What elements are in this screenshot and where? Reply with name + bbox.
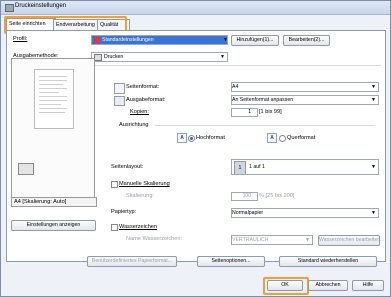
profile-select[interactable]: Standardeinstellungen ▼ <box>91 35 228 45</box>
copies-range: [1 bis 99] <box>259 109 282 115</box>
scaling-range: % [25 bis 200] <box>259 193 295 199</box>
copies-value: 1 <box>248 109 251 115</box>
scaling-stepper[interactable]: 100 <box>231 192 258 201</box>
output-method-select[interactable]: Drucken ▼ <box>91 52 228 62</box>
landscape-icon: A <box>267 133 277 143</box>
printer-icon <box>94 54 102 61</box>
output-method-value: Drucken <box>104 54 124 60</box>
scaling-value: 100 <box>242 193 251 199</box>
view-settings-button[interactable]: Einstellungen anzeigen <box>11 220 96 231</box>
paper-type-label: Papiertyp: <box>111 209 137 215</box>
edit-watermark-button[interactable]: Wasserzeichen bearbeiten... <box>318 235 385 246</box>
printer-icon <box>5 4 14 12</box>
portrait-icon: A <box>177 133 187 143</box>
profile-value: Standardeinstellungen <box>102 37 154 43</box>
watermark-name-label: Name Wasserzeichen: <box>126 236 183 242</box>
page-setup-panel: Profil: Standardeinstellungen ▼ Hinzufüg… <box>6 30 386 267</box>
chevron-down-icon: ▼ <box>223 37 228 43</box>
paper-type-value: Normalpapier <box>232 210 264 216</box>
copies-stepper[interactable]: 1 <box>231 108 258 117</box>
print-settings-window: Druckeinstellungen Seite einrichten Endv… <box>0 0 391 297</box>
output-format-label: Ausgabeformat: <box>126 97 166 103</box>
page-layout-label: Seitenlayout: <box>111 164 144 170</box>
help-button[interactable]: Hilfe <box>352 280 384 291</box>
chevron-down-icon: ▼ <box>220 54 225 60</box>
orientation-label: Ausrichtung <box>119 122 149 128</box>
watermark-select[interactable]: VERTRAULICH ▼ <box>231 235 313 245</box>
output-format-select[interactable]: An Seitenformat anpassen ▼ <box>231 95 379 105</box>
watermark-checkbox[interactable] <box>111 224 118 231</box>
chevron-down-icon: ▼ <box>371 84 376 90</box>
landscape-label: Querformat <box>287 135 316 141</box>
copies-label: Kopien: <box>130 109 149 115</box>
ok-button[interactable]: OK <box>267 280 303 291</box>
manual-scaling-label: Manuelle Skalierung <box>119 181 170 187</box>
chevron-down-icon: ▼ <box>371 164 376 170</box>
portrait-label: Hochformat <box>196 135 225 141</box>
paper-type-select[interactable]: Normalpapier ▼ <box>231 208 379 218</box>
landscape-radio[interactable] <box>279 135 286 142</box>
custom-paper-button[interactable]: Benutzerdefiniertes Papierformat... <box>87 256 177 267</box>
page-options-button[interactable]: Seitenoptionen... <box>197 256 265 267</box>
page-layout-value: 1 auf 1 <box>249 164 265 170</box>
preview-page <box>34 69 74 129</box>
printer-icon <box>18 163 34 175</box>
output-format-icon <box>114 96 125 106</box>
scaling-field-label: Skalierung: <box>126 193 154 199</box>
watermark-value: VERTRAULICH <box>232 237 269 243</box>
watermark-label: Wasserzeichen <box>119 224 158 230</box>
page-format-icon <box>114 83 125 94</box>
preview-caption: A4 [Skalierung: Auto] <box>11 197 97 207</box>
window-title: Druckeinstellungen <box>15 3 67 9</box>
orientation-divider <box>155 125 375 126</box>
profile-icon <box>94 37 100 43</box>
add-profile-button[interactable]: Hinzufügen(1)... <box>231 35 279 46</box>
output-format-value: An Seitenformat anpassen <box>232 97 294 103</box>
chevron-down-icon: ▼ <box>371 210 376 216</box>
chevron-down-icon: ▼ <box>371 97 376 103</box>
page-layout-select[interactable]: 11 auf 1 ▼ <box>231 159 379 175</box>
restore-default-button[interactable]: Standard wiederherstellen <box>279 256 377 267</box>
page-format-value: A4 <box>232 84 239 90</box>
page-format-select[interactable]: A4 ▼ <box>231 82 379 92</box>
cancel-button[interactable]: Abbrechen <box>308 280 348 291</box>
page-layout-icon: 1 <box>234 161 246 174</box>
page-format-label: Seitenformat: <box>126 84 160 90</box>
title-bar: Druckeinstellungen <box>1 1 390 15</box>
page-preview <box>11 58 95 204</box>
profile-label: Profil: <box>13 36 28 42</box>
edit-profile-button[interactable]: Bearbeiten(2)... <box>283 35 330 46</box>
portrait-radio[interactable] <box>188 135 195 142</box>
manual-scaling-checkbox[interactable] <box>111 181 118 188</box>
chevron-down-icon: ▼ <box>305 237 310 243</box>
